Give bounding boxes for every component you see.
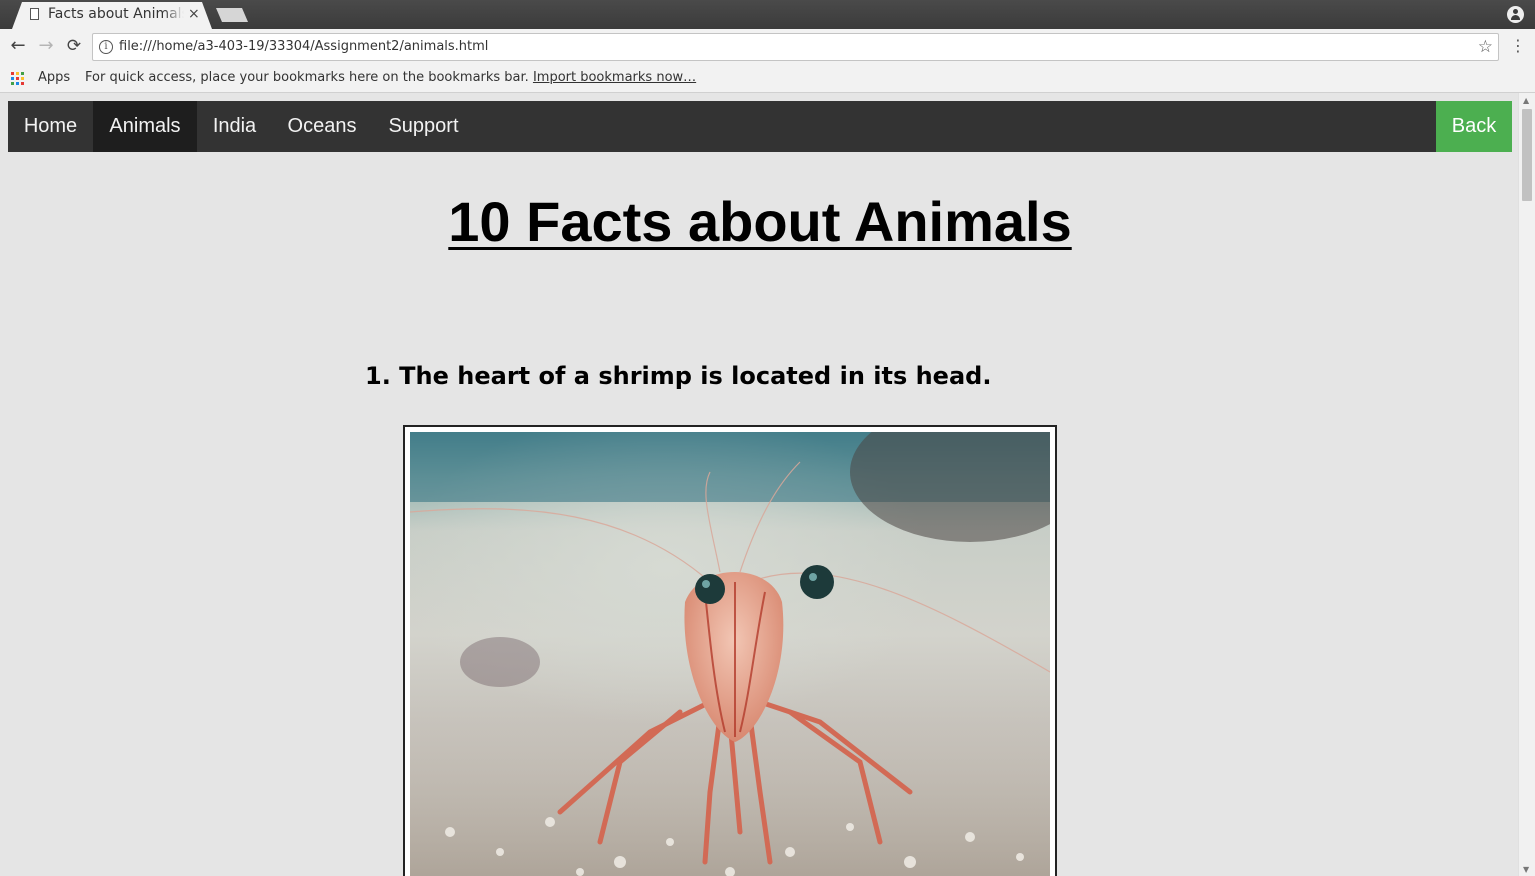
browser-menu-icon[interactable]: ⋮ bbox=[1510, 37, 1526, 57]
tab-title: Facts about Animals bbox=[48, 6, 184, 22]
info-icon[interactable]: i bbox=[99, 40, 113, 54]
scroll-down-icon[interactable]: ▼ bbox=[1523, 865, 1529, 874]
bookmark-star-icon[interactable]: ☆ bbox=[1478, 37, 1493, 57]
bookmarks-bar: Apps For quick access, place your bookma… bbox=[0, 65, 1535, 93]
forward-arrow-icon[interactable]: → bbox=[36, 36, 56, 56]
nav-oceans[interactable]: Oceans bbox=[272, 101, 372, 152]
page-scrollbar[interactable]: ▲ ▼ bbox=[1518, 93, 1535, 876]
import-bookmarks-link[interactable]: Import bookmarks now… bbox=[533, 70, 696, 85]
browser-tab[interactable]: Facts about Animals × bbox=[12, 2, 212, 29]
reload-icon[interactable]: ⟳ bbox=[64, 36, 84, 56]
profile-icon[interactable] bbox=[1507, 6, 1524, 23]
nav-india[interactable]: India bbox=[197, 101, 272, 152]
scroll-thumb[interactable] bbox=[1522, 109, 1532, 201]
address-bar[interactable]: i file:///home/a3-403-19/33304/Assignmen… bbox=[92, 33, 1499, 61]
fact-heading: 1. The heart of a shrimp is located in i… bbox=[365, 362, 992, 390]
scroll-up-icon[interactable]: ▲ bbox=[1523, 96, 1529, 105]
apps-grid-icon[interactable] bbox=[11, 72, 25, 86]
back-arrow-icon[interactable]: ← bbox=[8, 36, 28, 56]
url-text[interactable]: file:///home/a3-403-19/33304/Assignment2… bbox=[119, 39, 488, 54]
page-viewport: Home Animals India Oceans Support Back 1… bbox=[0, 93, 1518, 876]
page-title: 10 Facts about Animals bbox=[448, 190, 1072, 253]
bookmarks-hint-text: For quick access, place your bookmarks h… bbox=[85, 70, 529, 85]
tab-close-icon[interactable]: × bbox=[188, 6, 200, 22]
browser-toolbar: ← → ⟳ i file:///home/a3-403-19/33304/Ass… bbox=[0, 29, 1535, 65]
image-frame bbox=[403, 425, 1057, 876]
top-navigation: Home Animals India Oceans Support Back bbox=[8, 101, 1512, 152]
apps-link[interactable]: Apps bbox=[38, 70, 70, 85]
page-icon bbox=[30, 8, 39, 20]
new-tab-button[interactable] bbox=[216, 8, 248, 22]
tab-strip: Facts about Animals × bbox=[0, 0, 1535, 29]
shrimp-photo bbox=[410, 432, 1050, 876]
nav-support[interactable]: Support bbox=[372, 101, 475, 152]
bookmarks-hint: For quick access, place your bookmarks h… bbox=[85, 70, 696, 85]
back-button[interactable]: Back bbox=[1436, 101, 1512, 152]
nav-home[interactable]: Home bbox=[8, 101, 93, 152]
nav-animals[interactable]: Animals bbox=[93, 101, 197, 152]
shrimp-illustration bbox=[410, 432, 1050, 876]
